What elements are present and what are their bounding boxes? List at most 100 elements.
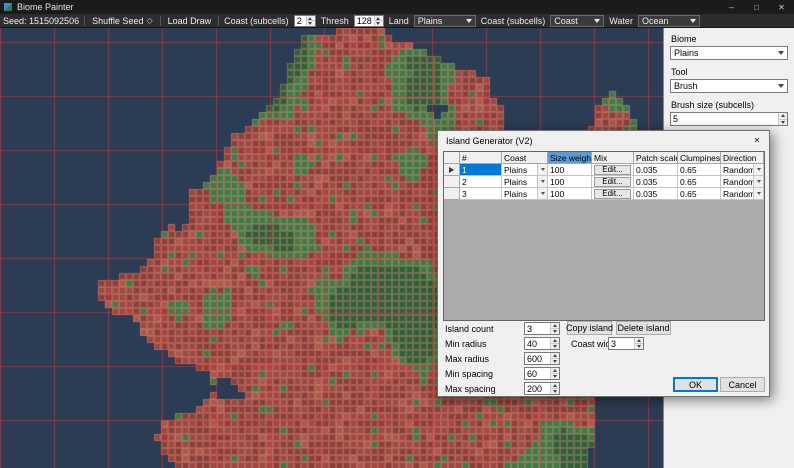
chevron-down-icon[interactable] [753, 188, 763, 199]
app-window: Biome Painter – □ ✕ Seed: 1515092506 Shu… [0, 0, 794, 468]
table-row[interactable]: 1 Plains 100 Edit... 0.035 0.65 Random [444, 164, 764, 176]
dialog-title: Island Generator (V2) [446, 136, 748, 146]
spinner-icon[interactable] [778, 113, 787, 125]
cell-mix: Edit... [592, 176, 634, 188]
island-generator-dialog: Island Generator (V2) ✕ # Coast Size wei… [437, 130, 770, 397]
spinner-icon[interactable] [550, 383, 559, 394]
spinner-icon[interactable] [306, 16, 315, 26]
chevron-down-icon [463, 16, 475, 26]
load-draw-button[interactable]: Load Draw [166, 16, 214, 26]
shuffle-seed-button[interactable]: Shuffle Seed ◇ [90, 16, 155, 26]
min-spacing-input[interactable]: 60 [524, 367, 560, 380]
brush-size-input[interactable]: 5 [670, 112, 788, 126]
cell-size-weight[interactable]: 100 [548, 188, 592, 200]
chevron-down-icon[interactable] [537, 164, 547, 175]
biome-select[interactable]: Plains [670, 46, 788, 60]
chevron-down-icon[interactable] [753, 176, 763, 187]
row-selector[interactable] [444, 164, 460, 176]
land-select[interactable]: Plains [414, 15, 476, 27]
max-radius-label: Max radius [445, 354, 489, 364]
water-select[interactable]: Ocean [638, 15, 700, 27]
cell-clumpiness[interactable]: 0.65 [678, 176, 721, 188]
cell-size-weight[interactable]: 100 [548, 176, 592, 188]
grid-header-row: # Coast Size weight Mix Patch scale Clum… [444, 152, 764, 164]
cell-clumpiness[interactable]: 0.65 [678, 188, 721, 200]
column-header-mix[interactable]: Mix [592, 152, 634, 164]
tool-select[interactable]: Brush [670, 79, 788, 93]
edit-mix-button[interactable]: Edit... [594, 177, 631, 187]
tool-label: Tool [671, 67, 788, 77]
dialog-titlebar[interactable]: Island Generator (V2) ✕ [438, 131, 769, 150]
min-radius-label: Min radius [445, 339, 487, 349]
toolbar-separator [160, 16, 161, 26]
column-header-num[interactable]: # [460, 152, 502, 164]
maximize-button[interactable]: □ [744, 0, 769, 14]
max-spacing-input[interactable]: 200 [524, 382, 560, 395]
cell-clumpiness[interactable]: 0.65 [678, 164, 721, 176]
row-selector[interactable] [444, 188, 460, 200]
cell-mix: Edit... [592, 188, 634, 200]
edit-mix-button[interactable]: Edit... [594, 165, 631, 175]
column-header-clumpiness[interactable]: Clumpiness [678, 152, 721, 164]
cell-patch-scale[interactable]: 0.035 [634, 176, 678, 188]
cell-direction[interactable]: Random [721, 188, 764, 200]
ok-button[interactable]: OK [673, 377, 718, 392]
cell-num[interactable]: 2 [460, 176, 502, 188]
thresh-label: Thresh [321, 16, 349, 26]
max-spacing-label: Max spacing [445, 384, 496, 394]
min-radius-input[interactable]: 40 [524, 337, 560, 350]
seed-label: Seed: 1515092506 [3, 16, 79, 26]
delete-island-button[interactable]: Delete island [616, 321, 671, 335]
cell-coast[interactable]: Plains [502, 176, 548, 188]
table-row[interactable]: 3 Plains 100 Edit... 0.035 0.65 Random [444, 188, 764, 200]
table-row[interactable]: 2 Plains 100 Edit... 0.035 0.65 Random [444, 176, 764, 188]
cancel-button[interactable]: Cancel [720, 377, 765, 392]
edit-mix-button[interactable]: Edit... [594, 189, 631, 199]
cell-num[interactable]: 1 [460, 164, 502, 176]
dialog-close-button[interactable]: ✕ [748, 133, 766, 148]
chevron-down-icon[interactable] [537, 188, 547, 199]
chevron-down-icon[interactable] [537, 176, 547, 187]
column-header-patch-scale[interactable]: Patch scale [634, 152, 678, 164]
column-header-direction[interactable]: Direction [721, 152, 764, 164]
spinner-icon[interactable] [550, 338, 559, 349]
brush-size-label: Brush size (subcells) [671, 100, 788, 110]
cell-direction[interactable]: Random [721, 176, 764, 188]
coast-width-input[interactable]: 3 [608, 337, 644, 350]
island-count-input[interactable]: 3 [524, 322, 560, 335]
copy-island-button[interactable]: Copy island [567, 321, 612, 335]
cell-num[interactable]: 3 [460, 188, 502, 200]
window-title: Biome Painter [17, 2, 719, 12]
spinner-icon[interactable] [550, 353, 559, 364]
cell-coast[interactable]: Plains [502, 164, 548, 176]
min-spacing-label: Min spacing [445, 369, 493, 379]
thresh-input[interactable]: 128 [354, 15, 384, 27]
grid-corner-cell[interactable] [444, 152, 460, 164]
shuffle-icon: ◇ [146, 16, 152, 25]
column-header-coast[interactable]: Coast [502, 152, 548, 164]
minimize-button[interactable]: – [719, 0, 744, 14]
column-header-size-weight[interactable]: Size weight [548, 152, 592, 164]
coast-subcells-input[interactable]: 2 [294, 15, 316, 27]
spinner-icon[interactable] [550, 323, 559, 334]
cell-size-weight[interactable]: 100 [548, 164, 592, 176]
spinner-icon[interactable] [634, 338, 643, 349]
coast-biome-select[interactable]: Coast [550, 15, 604, 27]
chevron-down-icon [775, 47, 787, 59]
biome-label: Biome [671, 34, 788, 44]
cell-patch-scale[interactable]: 0.035 [634, 188, 678, 200]
chevron-down-icon[interactable] [753, 164, 763, 175]
land-label: Land [389, 16, 409, 26]
coast-subcells-label: Coast (subcells) [224, 16, 289, 26]
spinner-icon[interactable] [374, 16, 383, 26]
toolbar: Seed: 1515092506 Shuffle Seed ◇ Load Dra… [0, 14, 794, 28]
max-radius-input[interactable]: 600 [524, 352, 560, 365]
close-button[interactable]: ✕ [769, 0, 794, 14]
cell-direction[interactable]: Random [721, 164, 764, 176]
cell-coast[interactable]: Plains [502, 188, 548, 200]
spinner-icon[interactable] [550, 368, 559, 379]
current-row-icon [449, 167, 454, 173]
row-selector[interactable] [444, 176, 460, 188]
cell-patch-scale[interactable]: 0.035 [634, 164, 678, 176]
cell-mix: Edit... [592, 164, 634, 176]
